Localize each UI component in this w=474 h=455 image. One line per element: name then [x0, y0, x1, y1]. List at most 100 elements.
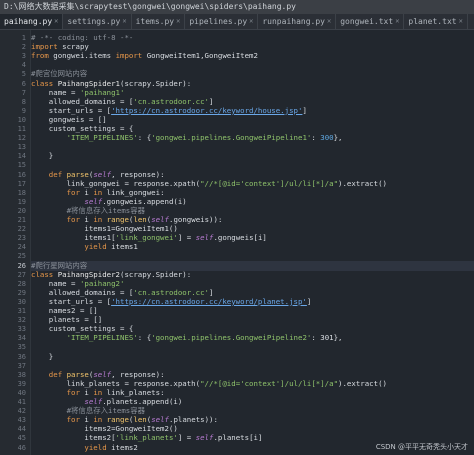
editor-tab[interactable]: settings.py ✕	[63, 14, 132, 29]
code-token: class	[31, 269, 54, 279]
editor-tab-label: paihang.py	[4, 17, 53, 26]
code-token: in	[93, 187, 103, 197]
code-token: : {	[137, 133, 152, 143]
code-token: , response):	[111, 369, 165, 379]
code-token: len	[133, 415, 147, 425]
code-token: GongweiItem1,GongweiItem2	[142, 51, 258, 61]
code-token: .gongweis)):	[169, 215, 223, 224]
code-token: },	[333, 133, 343, 143]
editor-tab[interactable]: items.py ✕	[132, 14, 186, 29]
code-token: ]	[209, 96, 214, 106]
code-token: import	[31, 42, 58, 52]
code-token: .gongweis[i]	[213, 233, 267, 243]
code-token: i	[79, 387, 94, 397]
code-token: items1	[106, 242, 138, 252]
close-icon[interactable]: ✕	[327, 14, 331, 29]
code-token: ] =	[177, 433, 196, 443]
code-token: : 301},	[311, 333, 343, 343]
editor-tab-label: runpaihang.py	[262, 17, 325, 26]
code-token: self	[93, 369, 112, 379]
code-token: for	[31, 387, 80, 397]
code-token: PaihangSpider2	[53, 269, 120, 279]
code-token: link_planets = response.xpath(	[31, 378, 201, 388]
code-token: start_urls = [	[31, 105, 112, 115]
close-icon[interactable]: ✕	[459, 14, 463, 29]
code-token: ]	[209, 287, 214, 297]
code-token: in	[93, 415, 103, 425]
editor-tab-label: planet.txt	[408, 17, 457, 26]
code-token: self	[31, 196, 103, 206]
code-token: gongweis = []	[31, 114, 107, 124]
code-token: 'ITEM_PIPELINES'	[31, 133, 138, 143]
editor-tab-label: pipelines.py	[189, 17, 248, 26]
editor-tab[interactable]: runpaihang.py ✕	[258, 14, 337, 29]
code-token: items1[	[31, 233, 116, 243]
close-icon[interactable]: ✕	[249, 14, 253, 29]
code-token: i	[79, 187, 94, 197]
code-token: self	[195, 233, 214, 243]
watermark: CSDN @平平无奇秃头小天才	[375, 443, 468, 451]
close-icon[interactable]: ✕	[122, 14, 126, 29]
editor-tab[interactable]: gongwei.txt ✕	[336, 14, 405, 29]
code-token: 'https://cn.astrodoor.cc/keyword/planet.…	[111, 296, 307, 306]
code-token: }	[31, 151, 54, 161]
code-editor[interactable]: # -*- coding: utf-8 -*- import scrapy from…	[31, 30, 474, 455]
code-token: .gongweis.append(i)	[102, 196, 187, 206]
code-token: from	[31, 51, 49, 61]
code-token: custom_settings = {	[31, 124, 134, 133]
code-token: i	[79, 415, 94, 425]
code-token: :	[311, 133, 321, 143]
editor-tab-bar: paihang.py ✕ settings.py ✕ items.py ✕ pipeline…	[0, 14, 474, 30]
code-token: import	[115, 51, 143, 61]
code-token: def	[31, 369, 63, 379]
editor-tab[interactable]: pipelines.py ✕	[185, 14, 259, 29]
code-token: ).extract()	[338, 378, 387, 388]
code-token: class	[31, 78, 54, 88]
code-token: parse	[62, 369, 89, 379]
code-token: allowed_domains = [	[31, 287, 134, 297]
code-token: 'link_gongwei'	[115, 233, 178, 243]
code-token: items2=GongweiItem2()	[31, 424, 178, 434]
code-token: link_gongwei:	[102, 187, 165, 197]
code-token: items2[	[31, 433, 116, 443]
code-token: i	[79, 215, 94, 224]
code-token: yield	[31, 442, 107, 452]
code-token: }	[31, 351, 54, 361]
code-token: for	[31, 215, 80, 224]
code-token: 'link_planets'	[115, 433, 178, 443]
code-token: range	[102, 215, 129, 224]
code-token: 'https://cn.astrodoor.cc/keyword/house.j…	[111, 105, 303, 115]
code-token: name =	[31, 278, 80, 288]
code-token: 'gongwei.pipelines.GongweiPipeline1'	[151, 133, 312, 143]
code-token: , response):	[111, 169, 165, 179]
code-token: 'paihang2'	[79, 278, 125, 288]
code-token: ]	[306, 296, 312, 306]
editor-tab[interactable]: paihang.py ✕	[0, 14, 64, 29]
code-token: self	[151, 215, 169, 224]
code-token: 'ITEM_PIPELINES'	[31, 333, 138, 343]
code-token: ).extract()	[338, 178, 387, 188]
code-token: 300	[320, 133, 334, 143]
code-token: 'paihang1'	[79, 87, 125, 97]
code-token: self	[195, 433, 214, 443]
code-token: len	[133, 215, 147, 224]
code-token: link_gongwei = response.xpath(	[31, 178, 201, 188]
editor-tab-label: settings.py	[67, 17, 121, 26]
close-icon[interactable]: ✕	[54, 14, 58, 29]
window-title: D:\网络大数据采集\scrapytest\gongwei\gongwei\sp…	[4, 2, 297, 11]
window-title-bar: D:\网络大数据采集\scrapytest\gongwei\gongwei\sp…	[0, 0, 474, 14]
close-icon[interactable]: ✕	[176, 14, 180, 29]
code-token: "//*[@id='context']/ul/li[*]/a"	[200, 178, 339, 188]
code-token: ] =	[177, 233, 196, 243]
code-token: .planets[i]	[213, 433, 263, 443]
code-token: planets = []	[31, 315, 103, 325]
code-token: (scrapy.Spider):	[120, 78, 192, 88]
line-number: 46	[17, 443, 26, 452]
code-token: PaihangSpider1	[53, 78, 120, 88]
code-token: 'cn.astrodoor.cc'	[133, 96, 209, 106]
close-icon[interactable]: ✕	[395, 14, 399, 29]
code-token: items1=GongweiItem1()	[31, 224, 178, 234]
code-token: ]	[302, 105, 307, 115]
code-token: (scrapy.Spider):	[120, 269, 192, 279]
editor-tab[interactable]: planet.txt ✕	[404, 14, 468, 29]
